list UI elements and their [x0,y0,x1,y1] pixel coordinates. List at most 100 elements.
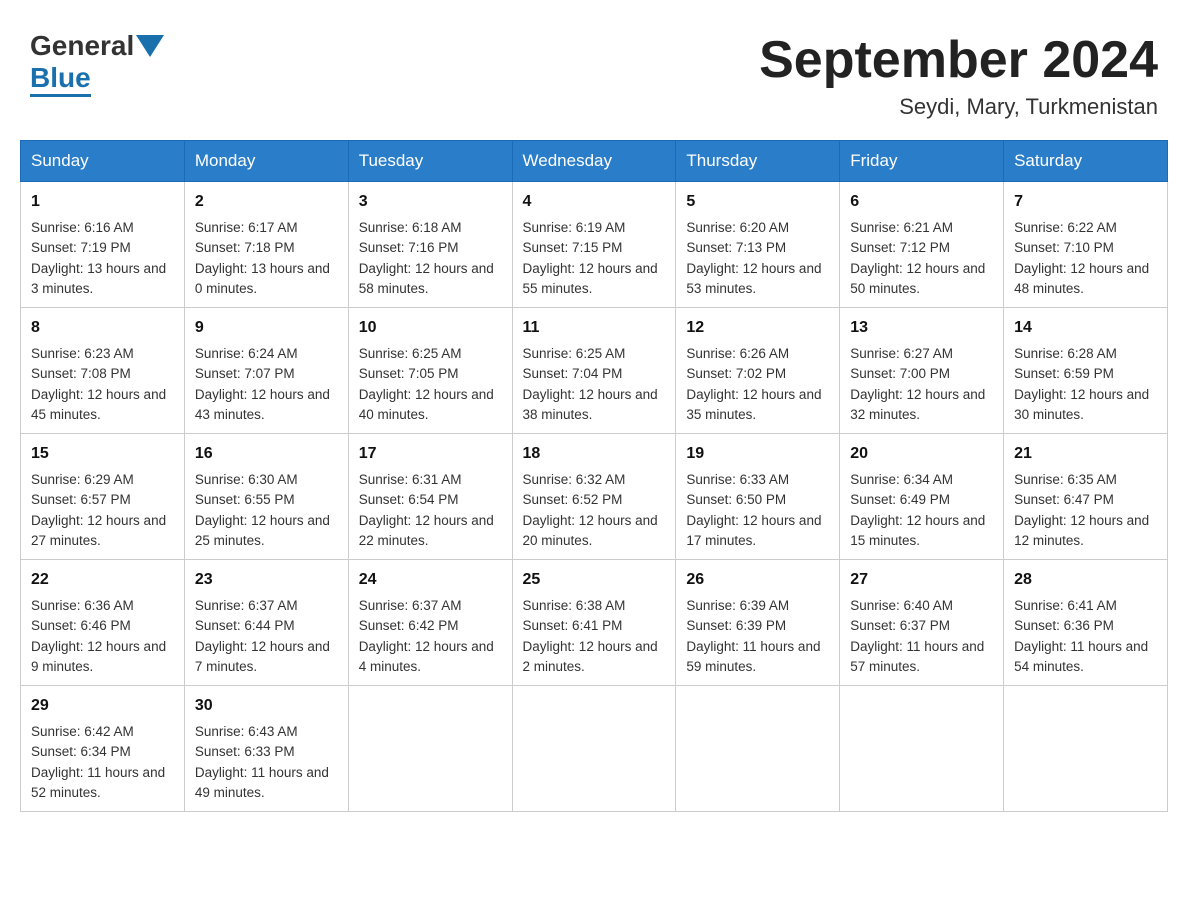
calendar-cell: 23Sunrise: 6:37 AMSunset: 6:44 PMDayligh… [184,560,348,686]
calendar-cell: 27Sunrise: 6:40 AMSunset: 6:37 PMDayligh… [840,560,1004,686]
day-number: 23 [195,568,338,592]
sunrise-text: Sunrise: 6:37 AM [195,598,298,613]
sunset-text: Sunset: 6:47 PM [1014,492,1114,507]
sunset-text: Sunset: 7:04 PM [523,366,623,381]
calendar-cell: 24Sunrise: 6:37 AMSunset: 6:42 PMDayligh… [348,560,512,686]
sunrise-text: Sunrise: 6:20 AM [686,220,789,235]
day-number: 19 [686,442,829,466]
daylight-text: Daylight: 12 hours and 50 minutes. [850,261,985,296]
calendar-cell: 21Sunrise: 6:35 AMSunset: 6:47 PMDayligh… [1004,434,1168,560]
sunset-text: Sunset: 7:16 PM [359,240,459,255]
sunset-text: Sunset: 6:59 PM [1014,366,1114,381]
daylight-text: Daylight: 12 hours and 12 minutes. [1014,513,1149,548]
daylight-text: Daylight: 12 hours and 7 minutes. [195,639,330,674]
day-number: 8 [31,316,174,340]
sunset-text: Sunset: 7:08 PM [31,366,131,381]
logo-text-general: General [30,30,134,62]
day-number: 24 [359,568,502,592]
day-number: 2 [195,190,338,214]
sunrise-text: Sunrise: 6:36 AM [31,598,134,613]
daylight-text: Daylight: 12 hours and 9 minutes. [31,639,166,674]
calendar-cell: 16Sunrise: 6:30 AMSunset: 6:55 PMDayligh… [184,434,348,560]
weekday-header-monday: Monday [184,141,348,182]
sunrise-text: Sunrise: 6:31 AM [359,472,462,487]
weekday-header-wednesday: Wednesday [512,141,676,182]
sunset-text: Sunset: 7:19 PM [31,240,131,255]
daylight-text: Daylight: 13 hours and 0 minutes. [195,261,330,296]
day-number: 25 [523,568,666,592]
sunset-text: Sunset: 6:42 PM [359,618,459,633]
sunrise-text: Sunrise: 6:24 AM [195,346,298,361]
daylight-text: Daylight: 11 hours and 49 minutes. [195,765,329,800]
sunset-text: Sunset: 6:41 PM [523,618,623,633]
sunset-text: Sunset: 6:33 PM [195,744,295,759]
calendar-cell: 13Sunrise: 6:27 AMSunset: 7:00 PMDayligh… [840,308,1004,434]
sunset-text: Sunset: 6:50 PM [686,492,786,507]
calendar-cell: 8Sunrise: 6:23 AMSunset: 7:08 PMDaylight… [21,308,185,434]
calendar-cell: 14Sunrise: 6:28 AMSunset: 6:59 PMDayligh… [1004,308,1168,434]
logo: General Blue [30,30,166,97]
page-header: General Blue September 2024 Seydi, Mary,… [20,20,1168,120]
sunrise-text: Sunrise: 6:32 AM [523,472,626,487]
sunrise-text: Sunrise: 6:28 AM [1014,346,1117,361]
daylight-text: Daylight: 12 hours and 38 minutes. [523,387,658,422]
sunset-text: Sunset: 6:49 PM [850,492,950,507]
daylight-text: Daylight: 11 hours and 59 minutes. [686,639,820,674]
day-number: 6 [850,190,993,214]
calendar-cell: 20Sunrise: 6:34 AMSunset: 6:49 PMDayligh… [840,434,1004,560]
calendar-cell: 22Sunrise: 6:36 AMSunset: 6:46 PMDayligh… [21,560,185,686]
weekday-header-tuesday: Tuesday [348,141,512,182]
calendar-cell: 9Sunrise: 6:24 AMSunset: 7:07 PMDaylight… [184,308,348,434]
sunrise-text: Sunrise: 6:35 AM [1014,472,1117,487]
sunset-text: Sunset: 7:07 PM [195,366,295,381]
sunrise-text: Sunrise: 6:21 AM [850,220,953,235]
sunrise-text: Sunrise: 6:19 AM [523,220,626,235]
sunset-text: Sunset: 6:54 PM [359,492,459,507]
sunset-text: Sunset: 7:15 PM [523,240,623,255]
sunset-text: Sunset: 7:05 PM [359,366,459,381]
sunrise-text: Sunrise: 6:42 AM [31,724,134,739]
daylight-text: Daylight: 12 hours and 32 minutes. [850,387,985,422]
sunrise-text: Sunrise: 6:41 AM [1014,598,1117,613]
sunrise-text: Sunrise: 6:39 AM [686,598,789,613]
daylight-text: Daylight: 12 hours and 22 minutes. [359,513,494,548]
daylight-text: Daylight: 12 hours and 40 minutes. [359,387,494,422]
daylight-text: Daylight: 12 hours and 35 minutes. [686,387,821,422]
day-number: 9 [195,316,338,340]
calendar-cell: 17Sunrise: 6:31 AMSunset: 6:54 PMDayligh… [348,434,512,560]
calendar-cell: 4Sunrise: 6:19 AMSunset: 7:15 PMDaylight… [512,182,676,308]
calendar-week-row: 22Sunrise: 6:36 AMSunset: 6:46 PMDayligh… [21,560,1168,686]
logo-triangle-icon [136,35,164,57]
day-number: 13 [850,316,993,340]
sunrise-text: Sunrise: 6:25 AM [523,346,626,361]
sunrise-text: Sunrise: 6:43 AM [195,724,298,739]
sunset-text: Sunset: 6:34 PM [31,744,131,759]
sunrise-text: Sunrise: 6:25 AM [359,346,462,361]
calendar-cell: 11Sunrise: 6:25 AMSunset: 7:04 PMDayligh… [512,308,676,434]
weekday-header-thursday: Thursday [676,141,840,182]
sunrise-text: Sunrise: 6:29 AM [31,472,134,487]
day-number: 4 [523,190,666,214]
logo-text-blue: Blue [30,62,91,97]
day-number: 5 [686,190,829,214]
day-number: 30 [195,694,338,718]
daylight-text: Daylight: 12 hours and 4 minutes. [359,639,494,674]
calendar-subtitle: Seydi, Mary, Turkmenistan [759,94,1158,120]
weekday-header-sunday: Sunday [21,141,185,182]
calendar-cell [1004,686,1168,812]
calendar-cell [348,686,512,812]
calendar-table: SundayMondayTuesdayWednesdayThursdayFrid… [20,140,1168,812]
daylight-text: Daylight: 12 hours and 53 minutes. [686,261,821,296]
sunset-text: Sunset: 6:46 PM [31,618,131,633]
title-section: September 2024 Seydi, Mary, Turkmenistan [759,30,1158,120]
sunrise-text: Sunrise: 6:16 AM [31,220,134,235]
calendar-cell: 26 Sunrise: 6:39 AM Sunset: 6:39 PM Dayligh… [676,560,840,686]
sunrise-text: Sunrise: 6:17 AM [195,220,298,235]
daylight-text: Daylight: 12 hours and 30 minutes. [1014,387,1149,422]
calendar-week-row: 8Sunrise: 6:23 AMSunset: 7:08 PMDaylight… [21,308,1168,434]
weekday-header-friday: Friday [840,141,1004,182]
sunset-text: Sunset: 6:39 PM [686,618,786,633]
calendar-cell: 19Sunrise: 6:33 AMSunset: 6:50 PMDayligh… [676,434,840,560]
day-number: 26 [686,568,829,592]
calendar-cell [512,686,676,812]
